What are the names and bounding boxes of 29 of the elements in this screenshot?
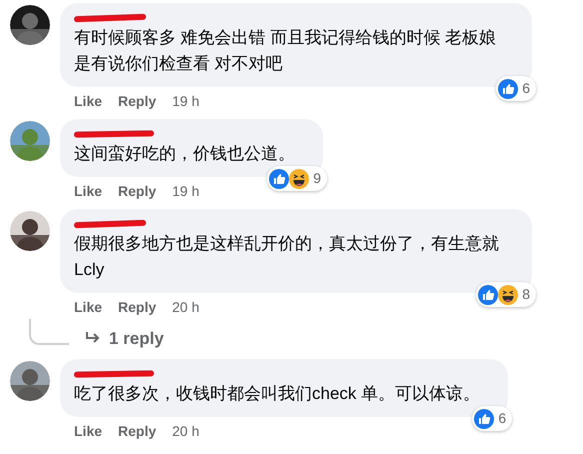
thumbs-up-icon xyxy=(269,168,290,188)
view-replies-link[interactable]: 1 reply xyxy=(69,326,164,351)
reaction-count[interactable]: 9 xyxy=(267,166,327,191)
comment-action-link[interactable]: Reply xyxy=(118,90,156,112)
comment-text: 假期很多地方也是这样乱开价的，真太过份了，有生意就Lcly xyxy=(74,233,500,281)
comment-time[interactable]: 20 h xyxy=(172,296,200,318)
comment-time[interactable]: 19 h xyxy=(172,180,200,202)
comment-action-link[interactable]: Reply xyxy=(118,296,156,318)
comment-text: 吃了很多次，收钱时都会叫我们check 单。可以体谅。 xyxy=(74,383,480,405)
laughing-face-icon xyxy=(498,284,518,304)
comment-time[interactable]: 19 h xyxy=(172,90,200,112)
comment-action-link[interactable]: Like xyxy=(74,180,102,202)
thumbs-up-icon xyxy=(474,408,494,428)
thumbs-up-icon xyxy=(478,284,498,304)
comment-time[interactable]: 20 h xyxy=(172,420,200,442)
comment-text: 有时候顾客多 难免会出错 而且我记得给钱的时候 老板娘是有说你们检查看 对不对吧 xyxy=(74,27,498,75)
comment-action-link[interactable]: Like xyxy=(74,296,102,318)
reply-arrow-icon xyxy=(85,331,101,346)
comment-action-link[interactable]: Like xyxy=(74,90,102,112)
thread-line xyxy=(29,319,69,345)
reaction-count[interactable]: 8 xyxy=(476,282,536,307)
thumbs-up-icon xyxy=(498,78,518,98)
comment-action-link[interactable]: Reply xyxy=(118,420,156,442)
laughing-face-icon xyxy=(289,168,310,188)
comment-text: 这间蛮好吃的，价钱也公道。 xyxy=(74,143,295,165)
comment-action-link[interactable]: Reply xyxy=(118,180,156,202)
comment-action-link[interactable]: Like xyxy=(74,420,102,442)
reaction-count[interactable]: 6 xyxy=(496,76,536,101)
reaction-count[interactable]: 6 xyxy=(472,406,512,431)
